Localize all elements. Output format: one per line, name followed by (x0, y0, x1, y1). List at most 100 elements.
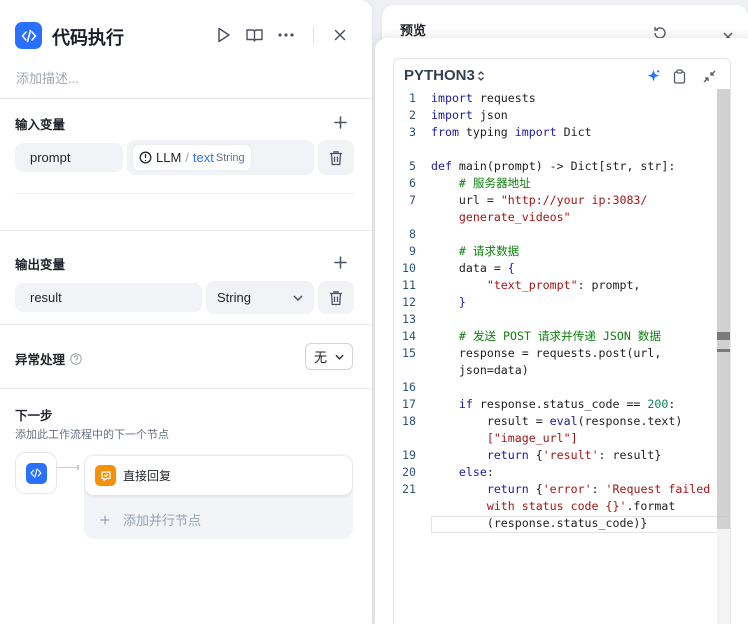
output-var-name[interactable]: result (15, 283, 202, 312)
next-step-label: 下一步 (15, 409, 53, 423)
code-line[interactable]: 17 if response.status_code == 200: (394, 396, 714, 413)
line-number: 6 (409, 176, 416, 190)
code-line[interactable]: 6 # 服务器地址 (394, 175, 714, 192)
code-line[interactable]: 1 import requests (394, 90, 714, 107)
source-node-name: LLM (156, 150, 182, 165)
node-title[interactable]: 代码执行 (52, 24, 124, 50)
code-text: # 发送 POST 请求并传递 JSON 数据 (431, 328, 661, 345)
code-line[interactable]: 18 result = eval(response.text) (394, 413, 714, 430)
error-handling-value: 无 (314, 350, 328, 365)
code-line[interactable]: 10 data = { (394, 260, 714, 277)
next-node-item[interactable]: 直接回复 (85, 456, 352, 495)
code-text: json=data) (431, 362, 529, 379)
code-line[interactable]: 14 # 发送 POST 请求并传递 JSON 数据 (394, 328, 714, 345)
code-text: # 服务器地址 (431, 175, 531, 192)
preview-title: 预览 (400, 23, 427, 38)
code-area[interactable]: 1 import requests 2 import json 3 from typing… (394, 89, 730, 624)
close-icon[interactable] (330, 25, 350, 45)
code-token: response.status_code == (472, 397, 648, 411)
code-line[interactable]: 16 (394, 379, 714, 396)
help-icon[interactable] (70, 352, 82, 365)
code-line[interactable]: 5 def main(prompt) -> Dict[str, str]: (394, 158, 714, 175)
code-token: response = requests.post(url, (431, 346, 662, 360)
description-input[interactable]: 添加描述... (16, 68, 79, 87)
code-line[interactable]: with status code {}'.format (394, 498, 714, 515)
code-line[interactable]: generate_videos" (394, 209, 714, 226)
trash-icon (330, 150, 342, 165)
code-line[interactable]: 20 else: (394, 464, 714, 481)
connector-line (57, 467, 79, 468)
scrollbar-thumb[interactable] (717, 89, 730, 529)
code-token: : prompt, (577, 278, 641, 292)
code-token: Dict (556, 125, 592, 139)
code-text: (response.status_code)} (431, 515, 648, 532)
code-token: 200 (647, 397, 669, 411)
add-output-icon[interactable] (331, 253, 349, 271)
code-token: # 发送 POST 请求并传递 JSON 数据 (431, 329, 661, 343)
code-line[interactable]: 21 return {'error': 'Request failed (394, 481, 714, 498)
code-token: "http://your ip:3083/ (500, 193, 648, 207)
book-icon[interactable] (244, 25, 264, 45)
more-icon[interactable] (276, 25, 296, 45)
variable-tag[interactable]: LLM / text String (133, 145, 251, 170)
code-line[interactable]: 3 from typing import Dict (394, 124, 714, 141)
error-handling-label: 异常处理 (15, 353, 66, 367)
code-token: with status code {}' (431, 499, 627, 513)
code-line[interactable]: 13 (394, 311, 714, 328)
code-token: import (431, 108, 473, 122)
chevron-updown-icon (477, 70, 484, 81)
input-var-source[interactable]: LLM / text String (127, 140, 314, 175)
code-text: return {'error': 'Request failed (431, 481, 710, 498)
line-number: 14 (402, 329, 416, 343)
run-icon[interactable] (214, 25, 234, 45)
code-text: with status code {}'.format (431, 498, 676, 515)
error-handling-label-row: 异常处理 (15, 349, 82, 368)
delete-input-button[interactable] (318, 140, 354, 175)
code-token: if (431, 397, 473, 411)
code-token: return (431, 482, 529, 496)
code-line[interactable]: (response.status_code)} (394, 515, 714, 532)
delete-output-button[interactable] (318, 281, 354, 314)
code-line[interactable]: 19 return {'result': result} (394, 447, 714, 464)
code-token: eval (549, 414, 578, 428)
language-label: PYTHON3 (404, 67, 475, 84)
error-handling-select[interactable]: 无 (305, 343, 353, 370)
line-number: 1 (409, 91, 416, 105)
code-text: data = { (431, 260, 515, 277)
ai-sparkle-icon[interactable] (644, 67, 662, 85)
output-type-select[interactable]: String (206, 281, 314, 314)
code-token: json=data) (431, 363, 529, 377)
code-line[interactable]: 8 (394, 226, 714, 243)
line-number: 12 (402, 295, 416, 309)
code-token: : (668, 397, 676, 411)
code-line[interactable]: ["image_url"] (394, 430, 714, 447)
next-node-label: 直接回复 (123, 469, 172, 483)
code-token: { (528, 482, 543, 496)
code-line[interactable]: 15 response = requests.post(url, (394, 345, 714, 362)
code-token: requests (472, 91, 536, 105)
code-line[interactable]: 7 url = "http://your ip:3083/ (394, 192, 714, 209)
next-step-description: 添加此工作流程中的下一个节点 (15, 429, 169, 441)
scrollbar-marker (717, 332, 730, 340)
chevron-down-icon (335, 354, 344, 360)
add-parallel-node-button[interactable]: 添加并行节点 (100, 510, 201, 529)
copy-icon[interactable] (670, 67, 688, 85)
code-editor[interactable]: PYTHON3 1 import requests 2 import json 3 fro… (393, 58, 731, 624)
code-line[interactable] (394, 141, 714, 158)
add-input-icon[interactable] (331, 113, 349, 131)
code-token: 'Request failed (605, 482, 711, 496)
code-line[interactable]: 2 import json (394, 107, 714, 124)
collapse-icon[interactable] (700, 67, 718, 85)
input-var-name[interactable]: prompt (15, 143, 123, 172)
output-vars-label: 输出变量 (15, 258, 66, 272)
code-line[interactable]: json=data) (394, 362, 714, 379)
code-line[interactable]: 11 "text_prompt": prompt, (394, 277, 714, 294)
code-line[interactable]: 12 } (394, 294, 714, 311)
code-line[interactable]: 9 # 请求数据 (394, 243, 714, 260)
output-type-value: String (217, 290, 251, 305)
language-select[interactable]: PYTHON3 (404, 67, 485, 84)
code-token: import (514, 125, 557, 139)
line-number: 10 (402, 261, 416, 275)
code-text: if response.status_code == 200: (431, 396, 675, 413)
code-token: json (472, 108, 508, 122)
